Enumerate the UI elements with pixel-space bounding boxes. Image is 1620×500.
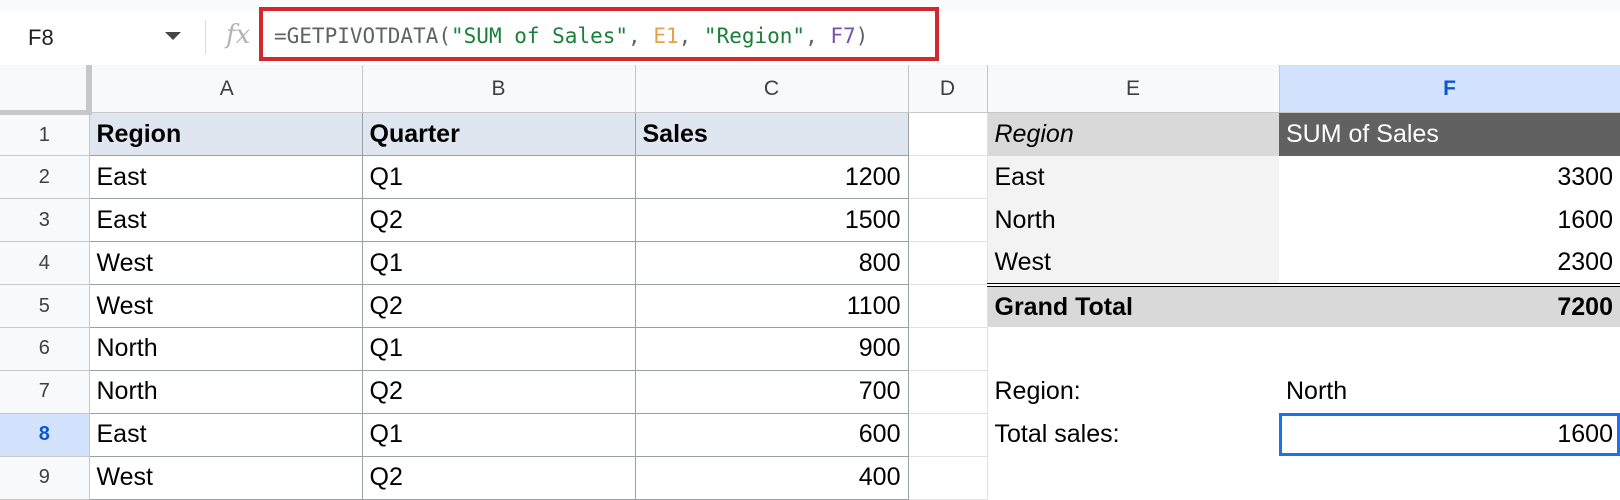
cell-d5[interactable] [908,284,988,328]
sheet-row: 1 Region Quarter Sales Region SUM of Sal… [0,112,1620,157]
cell-d1[interactable] [908,112,988,157]
cell-b2[interactable]: Q1 [362,155,636,200]
column-header-e[interactable]: E [987,65,1280,114]
cell-d9[interactable] [908,456,988,500]
cell-d7[interactable] [908,370,988,414]
cell-c7[interactable]: 700 [635,370,909,414]
column-header-a[interactable]: A [89,65,363,114]
spreadsheet-window: F8 fx =GETPIVOTDATA("SUM of Sales", E1, … [0,0,1620,500]
row-header[interactable]: 5 [0,284,90,328]
cell-b4[interactable]: Q1 [362,241,636,286]
sheet-row: 2 East Q1 1200 East 3300 [0,155,1620,200]
formula-sep: , [805,24,831,48]
formula-close: ) [855,24,869,48]
pivot-row-value[interactable]: 1600 [1279,198,1620,242]
cell-a3[interactable]: East [89,198,363,243]
pivot-row-label[interactable]: North [987,198,1279,242]
pivot-row-label[interactable]: West [987,241,1279,287]
formula-sep: , [678,24,704,48]
sheet-row: 6 North Q1 900 [0,327,1620,371]
cell-b3[interactable]: Q2 [362,198,636,243]
pivot-grand-total-label[interactable]: Grand Total [987,284,1279,328]
lookup-total-label[interactable]: Total sales: [987,413,1279,456]
formula-arg-item-ref: F7 [830,24,856,48]
cell-c1[interactable]: Sales [635,112,909,157]
sheet-row: 7 North Q2 700 Region: North [0,370,1620,414]
cell-c9[interactable]: 400 [635,456,909,500]
sheet-grid: A B C D E F 1 Region Quarter Sales Regio… [0,65,1620,500]
row-header[interactable]: 2 [0,155,90,200]
formula-bar: F8 fx =GETPIVOTDATA("SUM of Sales", E1, … [0,0,1620,66]
cell-a2[interactable]: East [89,155,363,200]
lookup-region-label[interactable]: Region: [987,370,1279,413]
sheet-row: 4 West Q1 800 West 2300 [0,241,1620,287]
cell-d4[interactable] [908,241,988,286]
pivot-row-header[interactable]: Region [987,112,1279,156]
cell-c2[interactable]: 1200 [635,155,909,200]
selected-cell-f8[interactable]: 1600 [1279,413,1620,457]
cell-d8[interactable] [908,413,988,457]
cell-b6[interactable]: Q1 [362,327,636,371]
row-header-selected[interactable]: 8 [0,413,90,457]
cell-b7[interactable]: Q2 [362,370,636,414]
cell-f6[interactable] [1279,327,1620,370]
pivot-value-header[interactable]: SUM of Sales [1279,112,1620,156]
cell-b1[interactable]: Quarter [362,112,636,157]
cell-b5[interactable]: Q2 [362,284,636,328]
formula-arg-field: "Region" [703,24,806,48]
cell-a7[interactable]: North [89,370,363,414]
name-box-ref: F8 [28,25,54,50]
cell-a4[interactable]: West [89,241,363,286]
formula-arg-value-name: "SUM of Sales" [451,24,629,48]
pivot-grand-total-value[interactable]: 7200 [1279,284,1620,328]
cell-c3[interactable]: 1500 [635,198,909,243]
cell-a9[interactable]: West [89,456,363,500]
cell-a1[interactable]: Region [89,112,363,157]
cell-c4[interactable]: 800 [635,241,909,286]
row-header[interactable]: 1 [0,112,90,157]
pivot-row-value[interactable]: 3300 [1279,155,1620,199]
cell-d6[interactable] [908,327,988,371]
formula-sep: , [628,24,654,48]
column-header-row: A B C D E F [0,65,1620,116]
chevron-down-icon[interactable] [165,32,181,40]
cell-d3[interactable] [908,198,988,243]
cell-f9[interactable] [1279,456,1620,499]
column-header-f[interactable]: F [1279,65,1620,114]
cell-b8[interactable]: Q1 [362,413,636,457]
sheet-row: 9 West Q2 400 [0,456,1620,500]
pivot-row-label[interactable]: East [987,155,1279,199]
fx-icon: fx [226,20,251,50]
cell-d2[interactable] [908,155,988,200]
cell-c5[interactable]: 1100 [635,284,909,328]
row-header[interactable]: 7 [0,370,90,414]
cell-a5[interactable]: West [89,284,363,328]
sheet-row: 5 West Q2 1100 Grand Total 7200 [0,284,1620,328]
cell-e9[interactable] [987,456,1279,499]
formula-bar-divider [205,20,206,54]
cell-c6[interactable]: 900 [635,327,909,371]
cell-a6[interactable]: North [89,327,363,371]
lookup-region-value[interactable]: North [1279,370,1620,413]
name-box[interactable]: F8 [0,12,205,65]
cell-e6[interactable] [987,327,1279,370]
cell-c8[interactable]: 600 [635,413,909,457]
formula-arg-pivot-ref: E1 [653,24,679,48]
column-header-d[interactable]: D [908,65,988,114]
row-header[interactable]: 3 [0,198,90,243]
select-all-corner[interactable] [0,65,92,116]
column-header-c[interactable]: C [635,65,909,114]
sheet-row: 8 East Q1 600 Total sales: 1600 [0,413,1620,457]
row-header[interactable]: 6 [0,327,90,371]
column-header-b[interactable]: B [362,65,636,114]
cell-a8[interactable]: East [89,413,363,457]
sheet-row: 3 East Q2 1500 North 1600 [0,198,1620,243]
formula-input[interactable]: =GETPIVOTDATA("SUM of Sales", E1, "Regio… [274,24,868,48]
pivot-row-value[interactable]: 2300 [1279,241,1620,287]
row-header[interactable]: 4 [0,241,90,286]
formula-fn: =GETPIVOTDATA( [274,24,452,48]
cell-b9[interactable]: Q2 [362,456,636,500]
row-header[interactable]: 9 [0,456,90,500]
